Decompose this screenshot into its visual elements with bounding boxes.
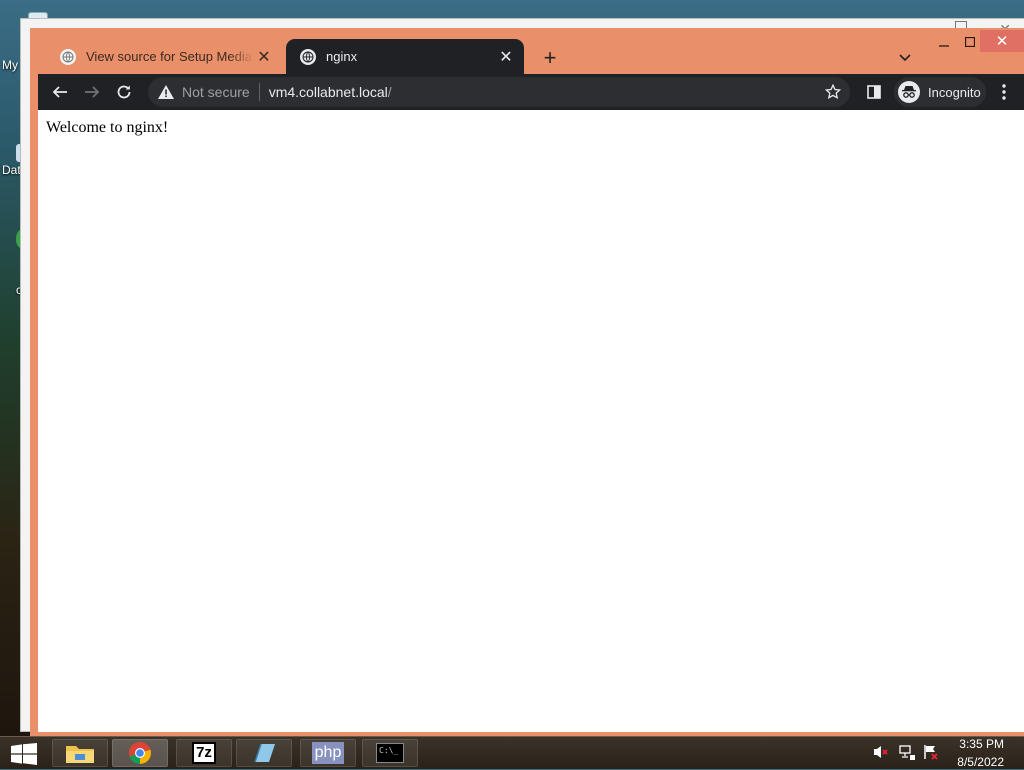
action-center-flag-icon[interactable] — [922, 743, 940, 761]
incognito-profile-button[interactable]: Incognito — [894, 77, 986, 107]
php-icon: php — [311, 742, 345, 764]
bookmark-star-icon[interactable] — [824, 83, 842, 101]
tab-strip: View source for Setup MediaWiki ✕ nginx … — [30, 28, 1024, 74]
incognito-label: Incognito — [928, 84, 981, 100]
omnibox-divider — [258, 83, 260, 101]
page-content: Welcome to nginx! — [38, 110, 1024, 732]
tab-nginx[interactable]: nginx ✕ — [286, 39, 524, 74]
taskbar-notepad[interactable] — [236, 739, 292, 767]
globe-icon — [300, 48, 316, 65]
taskbar: 7z php C:\_ 3:35 PM 8/5/2022 — [0, 736, 1024, 769]
network-icon[interactable] — [898, 743, 916, 761]
7zip-icon: 7z — [192, 742, 216, 764]
page-text: Welcome to nginx! — [46, 119, 169, 136]
menu-kebab-icon[interactable] — [990, 78, 1018, 106]
tab-close-icon[interactable]: ✕ — [254, 47, 274, 67]
browser-window: View source for Setup MediaWiki ✕ nginx … — [30, 28, 1024, 736]
tab-search-chevron-icon[interactable] — [894, 47, 916, 69]
taskbar-7zip[interactable]: 7z — [176, 739, 232, 767]
taskbar-chrome[interactable] — [112, 739, 168, 767]
maximize-button[interactable] — [958, 32, 982, 52]
notepad-icon — [254, 743, 275, 763]
tab-close-icon[interactable]: ✕ — [496, 47, 516, 67]
terminal-icon: C:\_ — [376, 743, 404, 763]
address-bar[interactable]: Not secure vm4.collabnet.local / — [148, 77, 850, 107]
taskbar-file-explorer[interactable] — [52, 739, 108, 767]
incognito-icon — [898, 81, 920, 103]
folder-icon — [66, 746, 94, 763]
side-panel-icon[interactable] — [860, 78, 888, 106]
start-button[interactable] — [10, 743, 38, 765]
desktop-label-my: My — [2, 58, 18, 72]
minimize-button[interactable] — [932, 32, 956, 52]
warning-icon[interactable] — [158, 84, 174, 100]
forward-button[interactable] — [78, 78, 106, 106]
close-window-button[interactable]: ✕ — [980, 30, 1024, 52]
desktop-label-dat: Dat — [2, 163, 21, 177]
tab-view-source[interactable]: View source for Setup MediaWiki ✕ — [46, 39, 282, 74]
security-status[interactable]: Not secure — [182, 84, 250, 100]
new-tab-button[interactable]: + — [536, 44, 564, 72]
url-path[interactable]: / — [388, 84, 392, 100]
back-button[interactable] — [46, 78, 74, 106]
browser-toolbar: Not secure vm4.collabnet.local / Incognit… — [38, 74, 1024, 110]
taskbar-php[interactable]: php — [300, 739, 356, 767]
globe-icon — [60, 48, 76, 65]
taskbar-command-prompt[interactable]: C:\_ — [362, 739, 418, 767]
chrome-icon — [129, 742, 151, 764]
tab-title: View source for Setup MediaWiki — [86, 49, 254, 64]
volume-muted-icon[interactable] — [872, 743, 890, 761]
tab-title: nginx — [326, 49, 358, 64]
url-host[interactable]: vm4.collabnet.local — [269, 84, 388, 100]
clock-time: 3:35 PM — [959, 737, 1004, 751]
system-clock[interactable]: 3:35 PM 8/5/2022 — [957, 737, 1004, 770]
reload-button[interactable] — [110, 78, 138, 106]
